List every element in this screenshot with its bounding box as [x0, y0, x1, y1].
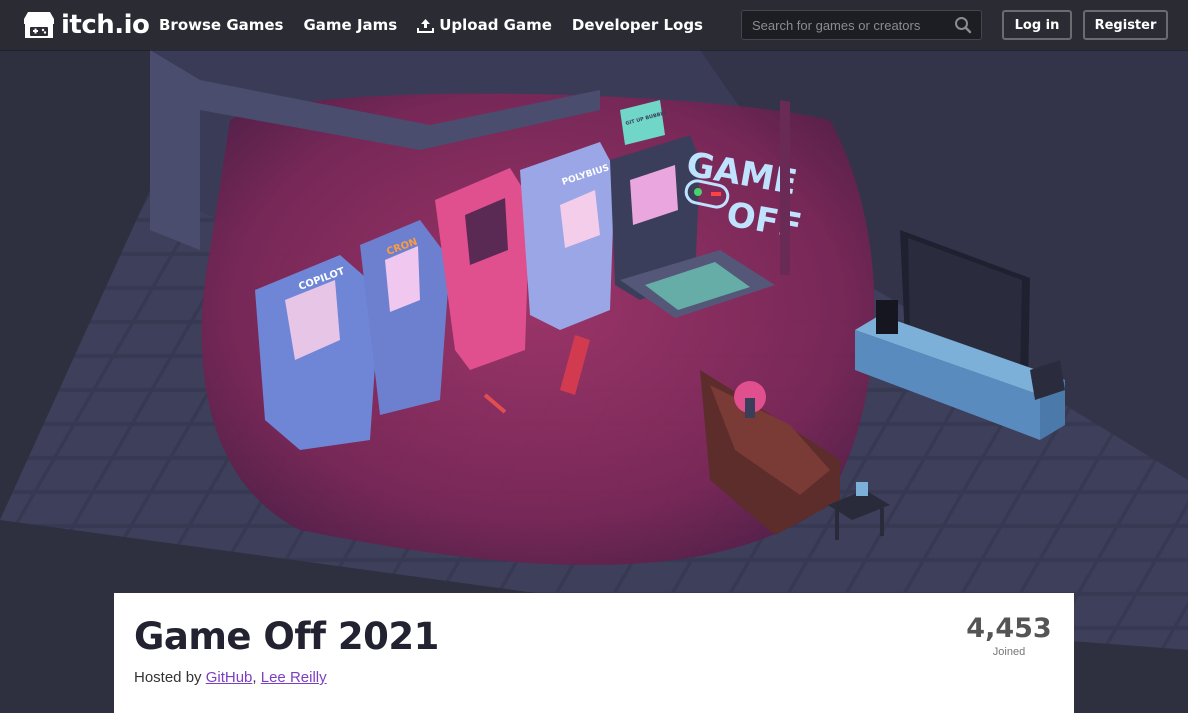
jam-banner-image: COPILOT CRON POLYBIUS GIT UP BUBBLE GAME…	[0, 50, 1188, 686]
nav-browse-games[interactable]: Browse Games	[159, 16, 283, 34]
login-button[interactable]: Log in	[1002, 10, 1072, 40]
upload-icon	[417, 18, 435, 33]
register-button[interactable]: Register	[1083, 10, 1168, 40]
nav-game-jams-label: Game Jams	[303, 16, 398, 34]
nav-upload-game-label: Upload Game	[439, 16, 552, 34]
hosted-by-line: Hosted by GitHub, Lee Reilly	[134, 669, 327, 686]
search-box	[741, 10, 982, 40]
top-bar: itch.io Browse Games Game Jams Upload Ga…	[0, 0, 1188, 50]
joined-count: 4,453	[966, 613, 1052, 644]
main-nav: Browse Games Game Jams Upload Game Devel…	[159, 0, 723, 50]
nav-developer-logs-label: Developer Logs	[571, 16, 703, 34]
host-link-lee-reilly[interactable]: Lee Reilly	[261, 669, 327, 686]
jam-header-card: Game Off 2021 Hosted by GitHub, Lee Reil…	[114, 593, 1074, 713]
nav-upload-game[interactable]: Upload Game	[417, 16, 552, 34]
host-link-github[interactable]: GitHub	[206, 669, 253, 686]
joined-stat: 4,453 Joined	[964, 613, 1054, 658]
itchio-storefront-icon	[24, 12, 54, 38]
itchio-logo[interactable]: itch.io	[22, 9, 150, 41]
nav-game-jams[interactable]: Game Jams	[303, 16, 397, 34]
hosted-by-label: Hosted by	[134, 669, 202, 686]
search-input[interactable]	[742, 11, 942, 39]
host-separator: ,	[252, 669, 257, 686]
jam-title: Game Off 2021	[134, 615, 439, 658]
logo-text: itch.io	[61, 10, 150, 40]
joined-label: Joined	[992, 646, 1026, 658]
search-icon[interactable]	[954, 16, 972, 34]
nav-browse-games-label: Browse Games	[159, 16, 284, 34]
nav-developer-logs[interactable]: Developer Logs	[572, 16, 703, 34]
